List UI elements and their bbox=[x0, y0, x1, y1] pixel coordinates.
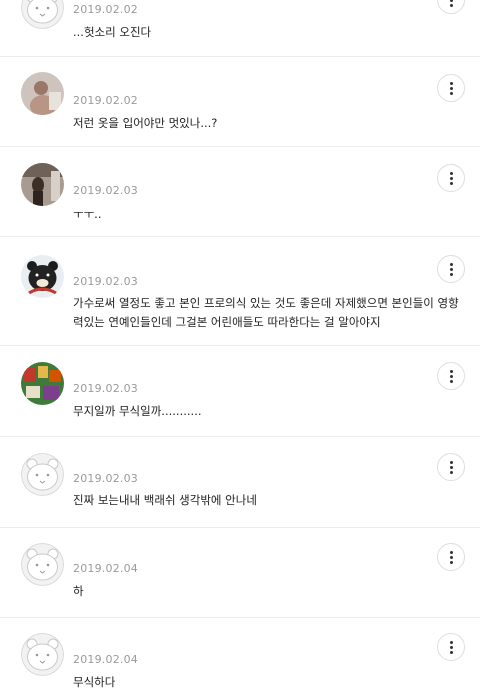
avatar[interactable] bbox=[21, 543, 64, 586]
comment-item: 2019.02.03 진짜 보는내내 백래쉬 생각밖에 안나네 bbox=[0, 437, 480, 528]
comment-date: 2019.02.03 bbox=[73, 184, 138, 197]
comment-text: 진짜 보는내내 백래쉬 생각밖에 안나네 bbox=[73, 493, 257, 507]
avatar[interactable] bbox=[21, 453, 64, 496]
comment-text: 무지일까 무식일까........... bbox=[73, 404, 202, 418]
avatar[interactable] bbox=[21, 0, 64, 29]
comment-date: 2019.02.03 bbox=[73, 382, 138, 395]
comment-item: 2019.02.03 가수로써 열정도 좋고 본인 프로의식 있는 것도 좋은데… bbox=[0, 237, 480, 346]
user-photo-avatar-icon bbox=[21, 72, 64, 115]
avatar[interactable] bbox=[21, 633, 64, 676]
user-photo-avatar-icon bbox=[21, 163, 64, 206]
comment-text: 하 bbox=[73, 584, 84, 598]
comment-item: 2019.02.04 하 bbox=[0, 528, 480, 618]
default-bear-avatar-icon bbox=[21, 0, 64, 29]
more-options-button[interactable] bbox=[437, 362, 465, 390]
more-options-button[interactable] bbox=[437, 453, 465, 481]
comment-item: 2019.02.03 ㅜㅜ.. bbox=[0, 147, 480, 237]
avatar[interactable] bbox=[21, 255, 64, 298]
avatar[interactable] bbox=[21, 362, 64, 405]
comment-date: 2019.02.02 bbox=[73, 3, 138, 16]
more-options-button[interactable] bbox=[437, 255, 465, 283]
comment-date: 2019.02.02 bbox=[73, 94, 138, 107]
comment-item: 2019.02.02 저런 옷을 입어야만 멋있나...? bbox=[0, 57, 480, 147]
default-bear-avatar-icon bbox=[21, 543, 64, 586]
default-bear-avatar-icon bbox=[21, 633, 64, 676]
default-bear-avatar-icon bbox=[21, 453, 64, 496]
black-bear-avatar-icon bbox=[21, 255, 64, 298]
more-options-button[interactable] bbox=[437, 543, 465, 571]
comment-date: 2019.02.04 bbox=[73, 653, 138, 666]
comment-item: 2019.02.03 무지일까 무식일까........... bbox=[0, 346, 480, 437]
more-options-button[interactable] bbox=[437, 74, 465, 102]
comment-date: 2019.02.04 bbox=[73, 562, 138, 575]
comment-text: ㅜㅜ.. bbox=[73, 207, 102, 221]
comment-date: 2019.02.03 bbox=[73, 472, 138, 485]
avatar[interactable] bbox=[21, 163, 64, 206]
more-options-button[interactable] bbox=[437, 164, 465, 192]
user-photo-avatar-icon bbox=[21, 362, 64, 405]
comment-item: 2019.02.04 무식하다 bbox=[0, 618, 480, 698]
more-options-button[interactable] bbox=[437, 633, 465, 661]
comment-item: 2019.02.02 ...헛소리 오진다 bbox=[0, 0, 480, 57]
comment-text: ...헛소리 오진다 bbox=[73, 25, 152, 39]
comment-date: 2019.02.03 bbox=[73, 275, 138, 288]
comment-text: 무식하다 bbox=[73, 675, 116, 689]
more-options-button[interactable] bbox=[437, 0, 465, 14]
avatar[interactable] bbox=[21, 72, 64, 115]
comment-text: 저런 옷을 입어야만 멋있나...? bbox=[73, 116, 218, 130]
comment-text: 가수로써 열정도 좋고 본인 프로의식 있는 것도 좋은데 자제했으면 본인들이… bbox=[73, 296, 459, 329]
